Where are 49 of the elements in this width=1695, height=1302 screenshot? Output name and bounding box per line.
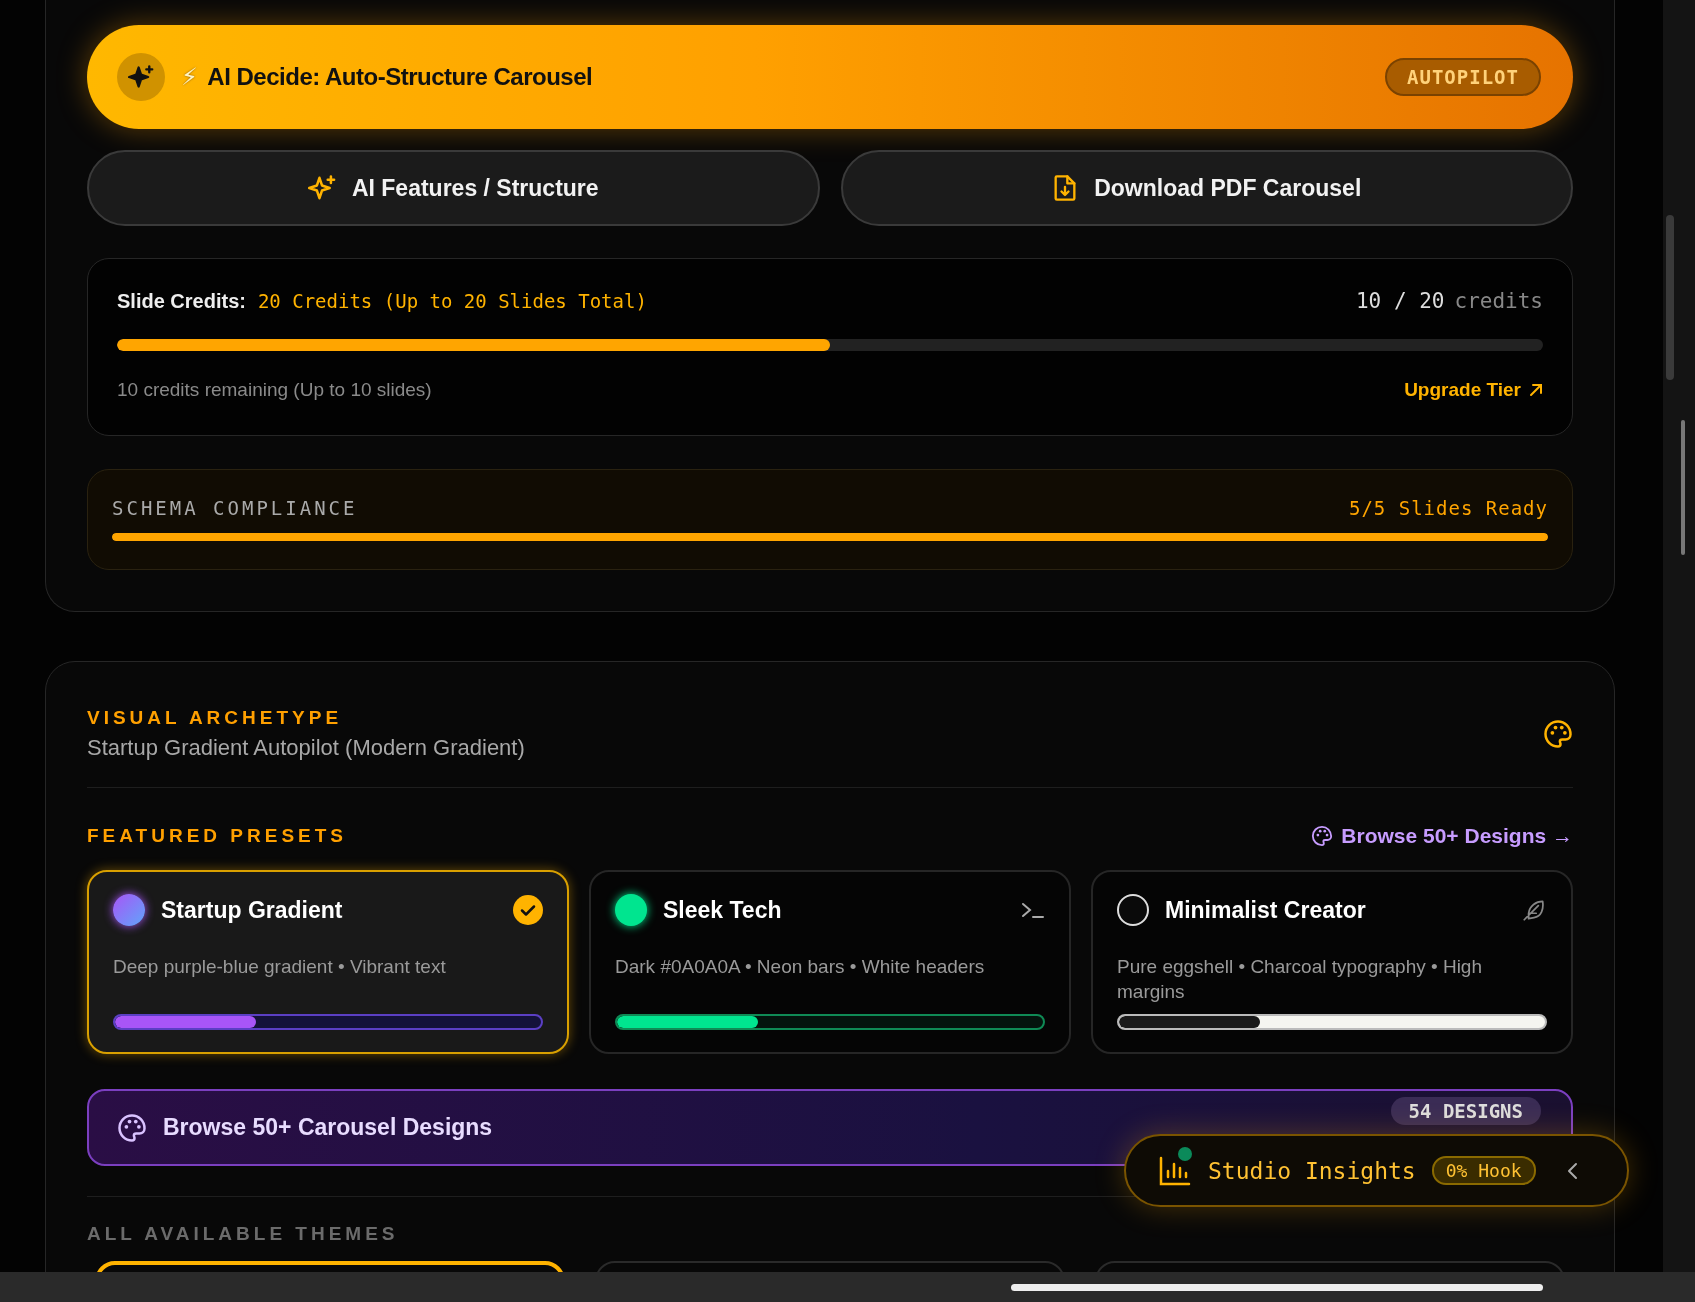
browse-designs-link[interactable]: Browse 50+ Designs → <box>1311 824 1573 848</box>
preset-card[interactable]: Sleek Tech Dark #0A0A0A • Neon bars • White headers <box>589 870 1071 1054</box>
section-label: FEATURED PRESETS <box>87 825 347 847</box>
hook-badge: 0% Hook <box>1431 1156 1536 1185</box>
arrow-up-right-icon <box>1529 383 1543 397</box>
swatch-dot <box>615 894 647 926</box>
feather-icon <box>1521 897 1547 923</box>
palette-icon <box>117 1112 147 1143</box>
archetype-value: Startup Gradient Autopilot (Modern Gradient) <box>87 735 525 761</box>
check-icon <box>513 895 543 925</box>
credits-count: 10 / 20 <box>1355 289 1445 313</box>
download-button[interactable]: Download PDF Carousel <box>840 150 1573 226</box>
sparkles-icon <box>307 174 336 202</box>
preset-description: Deep purple-blue gradient • Vibrant text <box>113 955 447 979</box>
schema-status: 5/5 Slides Ready <box>1348 497 1548 519</box>
swatch-dot <box>1117 894 1149 926</box>
credits-unit: credits <box>1454 289 1543 313</box>
banner-label: Browse 50+ Carousel Designs <box>163 1114 494 1141</box>
banner-title: AI Decide: Auto-Structure Carousel <box>207 63 593 91</box>
preset-card[interactable]: Minimalist Creator Pure eggshell • Charcoal typography • High margins <box>1091 870 1573 1054</box>
preset-name: Minimalist Creator <box>1165 896 1367 924</box>
bar-chart-icon <box>1158 1154 1192 1187</box>
swatch-dot <box>113 894 145 926</box>
chevron-left-icon <box>1565 1160 1580 1181</box>
schema-label: SCHEMA COMPLIANCE <box>112 497 358 519</box>
ai-features-button[interactable]: AI Features / Structure <box>87 150 820 226</box>
autopilot-badge: AUTOPILOT <box>1385 58 1541 96</box>
preset-name: Sleek Tech <box>663 896 783 924</box>
preset-description: Dark #0A0A0A • Neon bars • White headers <box>615 955 986 979</box>
palette-icon <box>1543 719 1573 749</box>
section-label: VISUAL ARCHETYPE <box>87 707 344 729</box>
file-download-icon <box>1052 174 1079 202</box>
preset-description: Pure eggshell • Charcoal typography • High margins <box>1117 955 1483 1004</box>
credits-plan: 20 Credits (Up to 20 Slides Total) <box>257 289 647 312</box>
upgrade-link[interactable]: Upgrade Tier <box>1404 379 1543 401</box>
credits-label: Slide Credits: <box>117 289 246 312</box>
studio-insights-toast[interactable]: Studio Insights 0% Hook <box>1124 1134 1629 1207</box>
sparkles-icon <box>128 64 154 90</box>
collapse-button[interactable] <box>1565 1160 1580 1181</box>
palette-icon <box>1311 825 1334 847</box>
preset-card[interactable]: Startup Gradient Deep purple-blue gradient • Vibrant text <box>87 870 569 1054</box>
credits-remaining: 10 credits remaining (Up to 10 slides) <box>117 379 432 401</box>
bolt-glyph: ⚡ <box>181 63 198 91</box>
home-indicator[interactable] <box>1011 1283 1543 1291</box>
autopilot-banner[interactable]: ⚡ AI Decide: Auto-Structure Carousel AUTOPILOT <box>87 25 1573 129</box>
designs-count-badge: 54 DESIGNS <box>1390 1097 1541 1125</box>
section-label: ALL AVAILABLE THEMES <box>87 1223 400 1245</box>
terminal-icon <box>1021 900 1045 920</box>
preset-name: Startup Gradient <box>161 896 344 924</box>
